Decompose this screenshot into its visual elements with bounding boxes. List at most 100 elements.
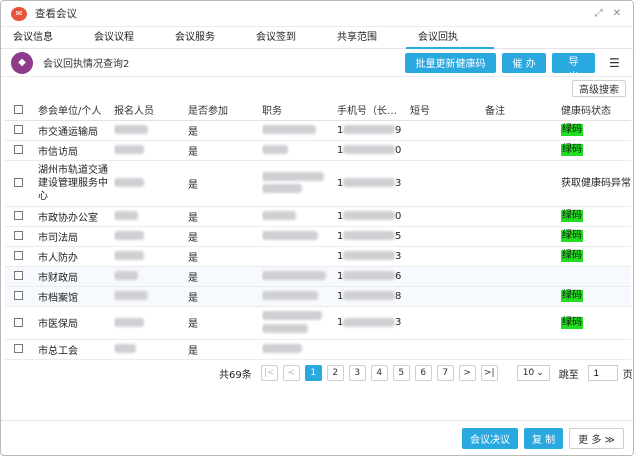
unit-cell: 湖州市轨道交通建设管理服务中心 xyxy=(38,160,114,207)
urge-button[interactable]: 催 办 xyxy=(502,52,546,73)
table-row[interactable]: 市总工会 是 xyxy=(5,339,631,360)
close-icon[interactable]: ✕ xyxy=(613,8,621,19)
health-code-status: 绿码 xyxy=(561,250,583,262)
prev-page-button[interactable]: < xyxy=(282,365,300,381)
total-count: 共69条 xyxy=(219,369,252,381)
tab-agenda[interactable]: 会议议程 xyxy=(94,27,175,48)
tab-services[interactable]: 会议服务 xyxy=(175,27,256,48)
tab-checkin[interactable]: 会议签到 xyxy=(256,27,337,48)
table-row[interactable]: 市交通运输局 是 19 绿码 xyxy=(5,120,631,141)
unit-cell: 市交通运输局 xyxy=(38,120,114,141)
attend-cell: 是 xyxy=(188,140,262,161)
page-button[interactable]: 1 xyxy=(304,365,322,381)
col-remark: 备注 xyxy=(485,100,561,121)
page-size-select[interactable]: 10 ⌄ xyxy=(516,365,550,381)
meeting-resolution-button[interactable]: 会议决议 xyxy=(461,428,518,449)
jump-page-input[interactable] xyxy=(587,365,618,381)
attend-cell: 是 xyxy=(188,266,262,287)
title-bar: ✉ 查看会议 ⤢ ✕ xyxy=(1,1,633,27)
row-checkbox[interactable] xyxy=(14,271,23,280)
row-checkbox[interactable] xyxy=(14,145,23,154)
col-phone: 手机号（长… xyxy=(337,100,410,121)
health-code-status: 绿码 xyxy=(561,316,583,329)
unit-cell: 市司法局 xyxy=(38,226,114,247)
copy-button[interactable]: 复 制 xyxy=(523,428,564,449)
col-short-number: 短号 xyxy=(410,100,485,121)
page-button[interactable]: 3 xyxy=(348,365,366,381)
receipt-table: 参会单位/个人 报名人员 是否参加 职务 手机号（长… 短号 备注 健康码状态 … xyxy=(5,100,631,360)
table-row[interactable]: 市信访局 是 10 绿码 xyxy=(5,140,631,161)
table-row[interactable]: 市司法局 是 15 绿码 xyxy=(5,226,631,247)
col-unit: 参会单位/个人 xyxy=(38,100,114,121)
app-logo-icon: ✉ xyxy=(11,6,27,21)
meeting-window: ✉ 查看会议 ⤢ ✕ 会议信息 会议议程 会议服务 会议签到 共享范围 会议回执… xyxy=(0,0,634,456)
col-health-code: 健康码状态 xyxy=(561,100,631,121)
unit-cell: 市总工会 xyxy=(38,339,114,360)
health-code-status: 绿码 xyxy=(561,144,583,156)
attend-cell: 是 xyxy=(188,246,262,267)
col-attend: 是否参加 xyxy=(188,100,262,121)
table-row[interactable]: 市政协办公室 是 10 绿码 xyxy=(5,206,631,227)
next-page-button[interactable]: > xyxy=(458,365,476,381)
row-checkbox[interactable] xyxy=(14,344,23,353)
health-code-status: 绿码 xyxy=(561,290,583,302)
list-menu-icon[interactable]: ☰ xyxy=(609,53,625,73)
unit-cell: 市财政局 xyxy=(38,266,114,287)
tab-meeting-info[interactable]: 会议信息 xyxy=(13,27,94,48)
advanced-search-button[interactable]: 高级搜索 xyxy=(572,80,626,97)
attend-cell: 是 xyxy=(188,286,262,307)
pagination: 共69条 |< < 1 2 3 4 5 6 7 > >| 10 ⌄ 跳至 页 xyxy=(219,365,633,381)
last-page-button[interactable]: >| xyxy=(480,365,498,381)
table-header: 参会单位/个人 报名人员 是否参加 职务 手机号（长… 短号 备注 健康码状态 xyxy=(5,100,631,121)
table-row[interactable]: 市档案馆 是 18 绿码 xyxy=(5,286,631,307)
attend-cell: 是 xyxy=(188,206,262,227)
table-row[interactable]: 市医保局 是 13 绿码 xyxy=(5,306,631,340)
page-button[interactable]: 6 xyxy=(414,365,432,381)
footer-bar: 会议决议 复 制 更 多 ≫ xyxy=(1,420,633,455)
page-button[interactable]: 5 xyxy=(392,365,410,381)
unit-cell: 市信访局 xyxy=(38,140,114,161)
attend-cell: 是 xyxy=(188,120,262,141)
page-button[interactable]: 2 xyxy=(326,365,344,381)
jump-label: 跳至 xyxy=(558,369,579,381)
tab-share-scope[interactable]: 共享范围 xyxy=(337,27,418,48)
row-checkbox[interactable] xyxy=(14,231,23,240)
row-checkbox[interactable] xyxy=(14,211,23,220)
batch-update-health-code-button[interactable]: 批量更新健康码 xyxy=(405,52,496,73)
cube-icon: ◆ xyxy=(11,51,33,74)
table-row[interactable]: 市财政局 是 16 xyxy=(5,266,631,287)
tab-bar: 会议信息 会议议程 会议服务 会议签到 共享范围 会议回执 xyxy=(1,27,633,49)
table-row[interactable]: 湖州市轨道交通建设管理服务中心 是 13 获取健康码异常 xyxy=(5,160,631,207)
page-suffix: 页 xyxy=(622,369,633,381)
select-all-checkbox[interactable] xyxy=(14,104,23,114)
more-button[interactable]: 更 多 ≫ xyxy=(569,428,624,449)
maximize-icon[interactable]: ⤢ xyxy=(595,8,603,19)
window-title: 查看会议 xyxy=(35,8,77,20)
row-checkbox[interactable] xyxy=(14,291,23,300)
health-code-status: 获取健康码异常 xyxy=(561,160,631,207)
tab-receipt[interactable]: 会议回执 xyxy=(406,27,499,49)
attend-cell: 是 xyxy=(188,226,262,247)
page-button[interactable]: 7 xyxy=(436,365,454,381)
col-position: 职务 xyxy=(262,100,337,121)
first-page-button[interactable]: |< xyxy=(260,365,278,381)
export-button[interactable]: 导 出 xyxy=(552,52,595,83)
health-code-status xyxy=(561,266,631,287)
unit-cell: 市人防办 xyxy=(38,246,114,267)
health-code-status: 绿码 xyxy=(561,230,583,242)
row-checkbox[interactable] xyxy=(14,317,23,327)
col-registrant: 报名人员 xyxy=(114,100,188,121)
row-checkbox[interactable] xyxy=(14,178,23,187)
health-code-status: 绿码 xyxy=(561,124,583,136)
unit-cell: 市政协办公室 xyxy=(38,206,114,227)
row-checkbox[interactable] xyxy=(14,125,23,134)
attend-cell: 是 xyxy=(188,160,262,207)
health-code-status: 绿码 xyxy=(561,210,583,222)
table-row[interactable]: 市人防办 是 13 绿码 xyxy=(5,246,631,267)
attend-cell: 是 xyxy=(188,306,262,340)
attend-cell: 是 xyxy=(188,339,262,360)
page-button[interactable]: 4 xyxy=(370,365,388,381)
row-checkbox[interactable] xyxy=(14,251,23,260)
query-title: 会议回执情况查询2 xyxy=(43,59,130,70)
chevron-down-icon: ⌄ xyxy=(536,368,544,378)
